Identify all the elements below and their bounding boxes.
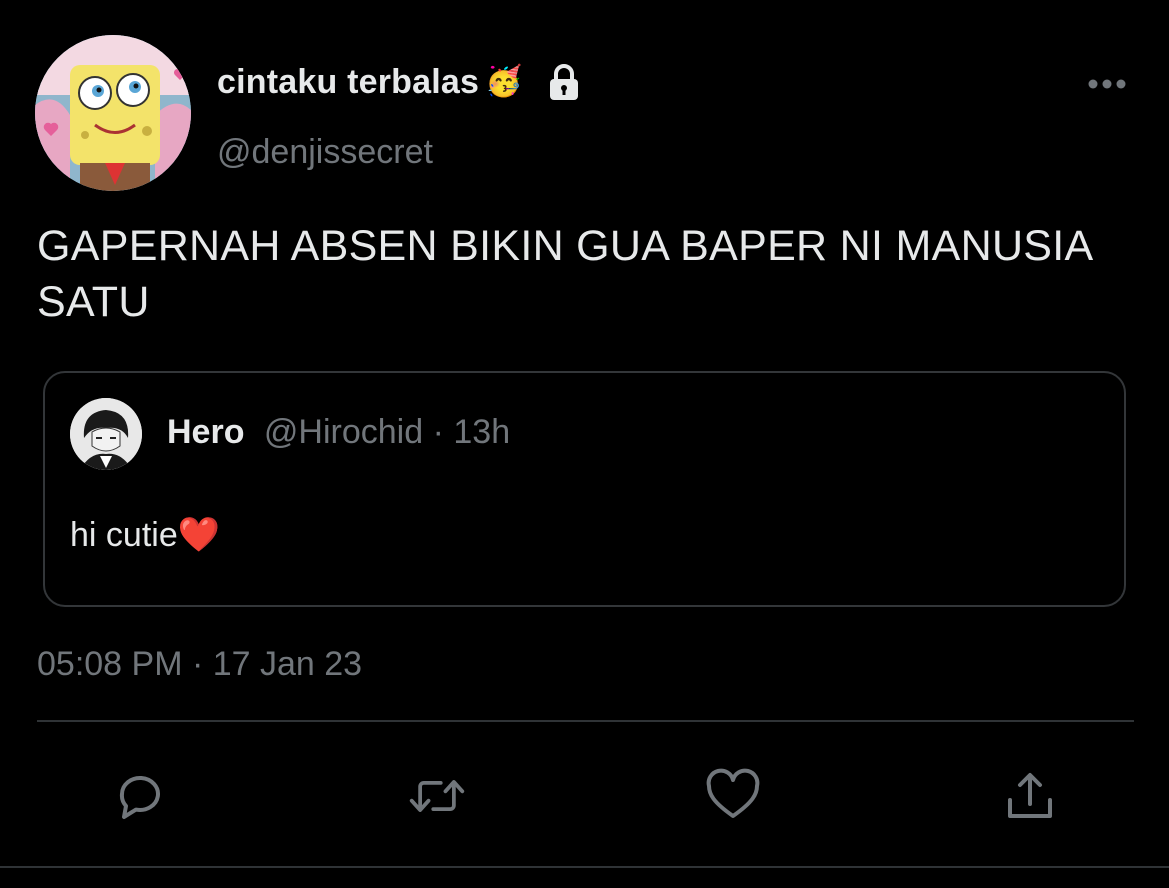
- like-button[interactable]: [703, 766, 763, 826]
- like-icon: [706, 768, 760, 818]
- heart-emoji-icon: ❤️: [177, 516, 221, 554]
- reply-button[interactable]: [110, 766, 170, 826]
- lock-icon: [546, 62, 582, 102]
- share-icon: [1008, 773, 1052, 818]
- retweet-button[interactable]: [407, 766, 467, 826]
- quoted-tweet-time[interactable]: 13h: [453, 413, 510, 451]
- more-options-button[interactable]: [1082, 66, 1132, 102]
- party-emoji-icon: 🥳: [485, 65, 523, 98]
- author-name-row[interactable]: cintaku terbalas 🥳: [217, 58, 582, 106]
- quoted-tweet-text-row: hi cutie❤️: [70, 515, 220, 555]
- header-separator: ·: [423, 413, 454, 451]
- quoted-author-name[interactable]: Hero: [167, 413, 244, 451]
- quoted-tweet-header: Hero @Hirochid · 13h: [167, 413, 510, 452]
- divider-bottom: [0, 866, 1169, 868]
- author-handle[interactable]: @denjissecret: [217, 133, 433, 172]
- retweet-icon: [409, 780, 465, 812]
- divider: [37, 720, 1134, 722]
- more-horizontal-icon: [1088, 79, 1126, 89]
- reply-icon: [119, 776, 160, 819]
- tweet-detail-page: cintaku terbalas 🥳 @denjissecret GAPERNA…: [0, 0, 1169, 888]
- author-avatar[interactable]: [35, 35, 191, 191]
- tweet-timestamp[interactable]: 05:08 PM · 17 Jan 23: [37, 645, 362, 684]
- tweet-text: GAPERNAH ABSEN BIKIN GUA BAPER NI MANUSI…: [37, 222, 1092, 326]
- avatar-cartoon-image: [35, 35, 191, 191]
- quoted-author-handle[interactable]: @Hirochid: [264, 413, 423, 451]
- quoted-tweet-text: hi cutie: [70, 516, 178, 554]
- avatar-manga-image: [70, 398, 142, 470]
- quoted-author-avatar[interactable]: [70, 398, 142, 470]
- share-button[interactable]: [1000, 766, 1060, 826]
- author-display-name[interactable]: cintaku terbalas: [217, 63, 479, 102]
- quoted-tweet-card[interactable]: Hero @Hirochid · 13h hi cutie❤️: [43, 371, 1126, 607]
